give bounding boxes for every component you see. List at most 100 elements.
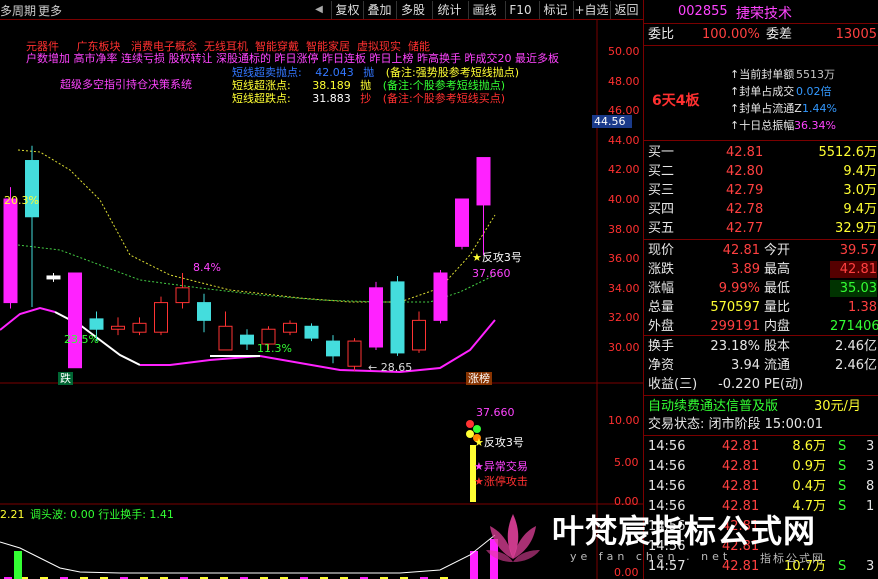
attack-signal-label: 反攻3号 <box>481 251 522 264</box>
y-tick-label: 30.00 <box>608 341 640 354</box>
tick-volume: 0.4万 <box>792 479 826 494</box>
bid-label: 买四 <box>648 202 675 217</box>
candle[interactable] <box>476 157 491 256</box>
candle[interactable] <box>25 145 39 308</box>
bid-price: 42.78 <box>726 202 764 217</box>
mark-button[interactable]: 标记 <box>539 1 571 19</box>
candle[interactable] <box>326 335 340 364</box>
candle-body <box>476 157 491 206</box>
lower-attack-signal: ★反攻3号 <box>474 436 524 449</box>
f10-button[interactable]: F10 <box>505 1 535 19</box>
kline-chart-area[interactable]: 元器件 广东板块 消费电子概念 无线耳机 智能穿戴 智能家居 虚拟现实 储能 户… <box>0 20 643 579</box>
candle[interactable] <box>347 338 362 371</box>
seal-value: 36.34% <box>794 119 836 132</box>
candle[interactable] <box>433 270 448 324</box>
stat-label: 内盘 <box>764 319 791 334</box>
back-button[interactable]: 返回 <box>610 1 642 19</box>
seal-value: 5513万 <box>796 68 835 81</box>
overlay-button[interactable]: 叠加 <box>363 1 395 19</box>
toolbar-scroll-left-icon[interactable]: ◀ <box>311 1 327 19</box>
candle-body <box>283 322 297 333</box>
bid-row[interactable]: 买二 42.80 9.4万 <box>644 163 878 180</box>
promo-text[interactable]: 自动续费通达信普及版 <box>648 398 778 415</box>
candle-body <box>132 322 147 333</box>
tick-row: 14:56 42.81 0.9万 S 3 <box>644 458 878 475</box>
bid-row[interactable]: 买三 42.79 3.0万 <box>644 182 878 199</box>
lower-y-tick: 5.00 <box>614 456 639 469</box>
weibi-label: 委比 <box>648 27 675 42</box>
stat-label: 换手 <box>648 339 675 354</box>
lower-band-line <box>0 306 56 331</box>
indicator-bar <box>14 551 22 579</box>
promo-price[interactable]: 30元/月 <box>814 398 861 415</box>
candle-body <box>369 287 383 348</box>
candle-body <box>455 198 469 247</box>
candle-body <box>111 325 125 330</box>
tick-volume: 0.9万 <box>792 459 826 474</box>
candle-body <box>175 287 190 304</box>
candle-body <box>218 325 233 351</box>
stat-label: 现价 <box>648 243 675 258</box>
tick-time: 14:56 <box>648 459 686 474</box>
candle[interactable] <box>132 317 147 336</box>
signal-note: (备注:强势股参考短线抛点) <box>385 66 520 79</box>
signal-value: 31.883 <box>312 92 351 105</box>
candle[interactable] <box>304 323 319 342</box>
bid-row[interactable]: 买一 42.81 5512.6万 <box>644 144 878 161</box>
tick-count: 3 <box>866 459 875 474</box>
tick-volume: 8.6万 <box>792 439 826 454</box>
candle-body <box>390 281 405 354</box>
candle[interactable] <box>175 273 190 309</box>
stat-value: 39.57 <box>839 243 877 258</box>
bid-row[interactable]: 买四 42.78 9.4万 <box>644 201 878 218</box>
bid-price: 42.79 <box>726 183 764 198</box>
candle[interactable] <box>46 273 61 282</box>
multi-stock-button[interactable]: 多股 <box>396 1 429 19</box>
signal-value: 42.043 <box>315 66 354 79</box>
candle[interactable] <box>111 317 125 336</box>
fuquan-button[interactable]: 复权 <box>331 1 363 19</box>
stat-value: 42.81 <box>722 243 760 258</box>
multi-period-menu[interactable]: 多周期 <box>0 2 36 19</box>
bid-row[interactable]: 买五 42.77 32.9万 <box>644 220 878 237</box>
candle[interactable] <box>154 296 168 336</box>
candle-body <box>197 302 211 321</box>
stat-label: PE(动) <box>764 377 804 392</box>
weicha-label: 委差 <box>766 27 793 42</box>
tick-price: 42.81 <box>722 439 760 454</box>
lotus-logo-icon <box>486 514 540 562</box>
signal-row: 短线超涨点: 38.189 抛 (备注:个股参考短线抛点) <box>232 79 505 92</box>
candle[interactable] <box>369 281 383 350</box>
candle[interactable] <box>68 272 82 369</box>
bid-volume: 9.4万 <box>843 164 877 179</box>
seal-row: ↑十日总振幅 36.34% <box>644 117 878 134</box>
candle[interactable] <box>197 293 211 333</box>
quote-stat-row: 总量 570597 量比 1.38 <box>644 299 878 316</box>
statistics-button[interactable]: 统计 <box>432 1 466 19</box>
promo-row[interactable]: 自动续费通达信普及版 30元/月 <box>644 398 878 415</box>
candle[interactable] <box>283 320 297 336</box>
pct-label: 23.5% <box>64 333 99 346</box>
seal-label: ↑封单占成交 <box>730 85 795 98</box>
candle[interactable] <box>218 311 233 351</box>
y-tick-label: 44.00 <box>608 133 640 147</box>
limit-up-label: 涨停攻击 <box>483 475 528 488</box>
stat-label: 最高 <box>764 262 791 277</box>
stat-value: 299191 <box>710 319 760 334</box>
more-menu[interactable]: 更多 <box>38 2 62 19</box>
candle[interactable] <box>412 311 426 353</box>
candle[interactable] <box>455 198 469 250</box>
add-favorite-button[interactable]: +自选 <box>573 1 609 19</box>
stock-name: 捷荣技术 <box>736 6 792 22</box>
tick-count: 8 <box>866 479 875 494</box>
candle-body <box>347 340 362 367</box>
bid-label: 买三 <box>648 183 675 198</box>
candle[interactable] <box>240 329 254 350</box>
limit-up-signal: ★涨停攻击 <box>474 475 528 488</box>
upper-band-line <box>17 149 496 303</box>
candle[interactable] <box>390 275 405 356</box>
stat-label: 收益(三) <box>648 377 698 392</box>
draw-line-button[interactable]: 画线 <box>468 1 500 19</box>
signal-bar <box>470 445 476 502</box>
signal-name: 短线超跌点: <box>232 92 291 105</box>
